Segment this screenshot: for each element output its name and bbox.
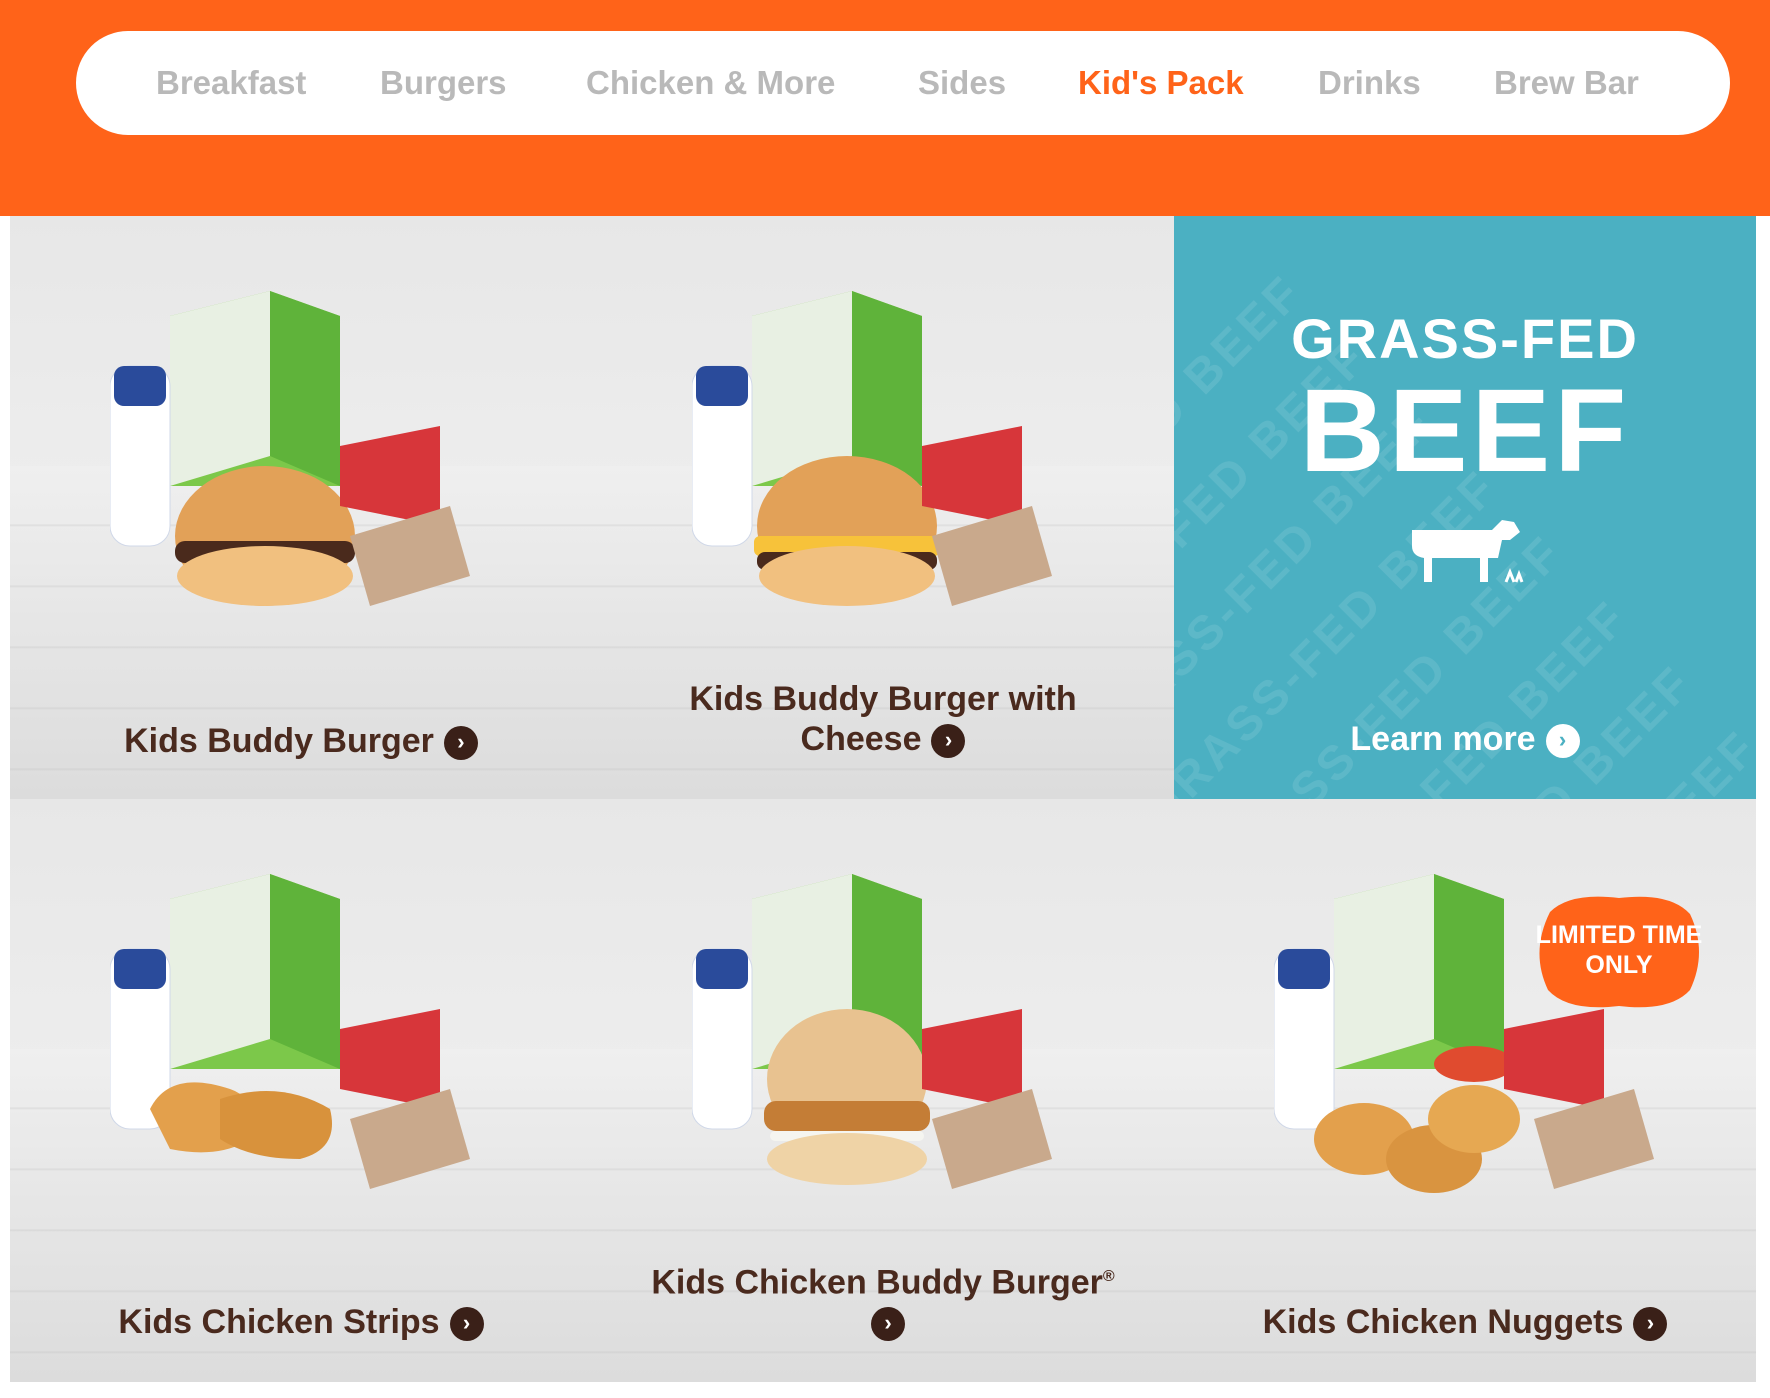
kids-pack-chicken-buddy-burger-image (692, 874, 1052, 1189)
limited-time-badge: LIMITED TIME ONLY (1535, 921, 1703, 979)
nav-item-drinks[interactable]: Drinks (1318, 31, 1421, 135)
registered-mark: ® (1102, 1267, 1115, 1285)
chevron-right-icon[interactable]: › (449, 1307, 484, 1342)
tile-label[interactable]: Kids Chicken Buddy Burger® › (592, 1257, 1174, 1342)
menu-tile-kids-buddy-burger[interactable]: Kids Buddy Burger › (10, 216, 592, 799)
tile-label-text: Kids Buddy Burger (124, 722, 434, 760)
kids-pack-chicken-strips-image (110, 874, 470, 1189)
nav-item-kids-pack[interactable]: Kid's Pack (1078, 31, 1244, 135)
kids-pack-buddy-burger-image (110, 291, 470, 606)
promo-subtitle: GRASS-FED (1291, 307, 1639, 370)
chevron-right-icon[interactable]: › (1633, 1307, 1668, 1342)
menu-tile-kids-chicken-buddy-burger[interactable]: Kids Chicken Buddy Burger® › (592, 799, 1174, 1382)
nav-item-burgers[interactable]: Burgers (380, 31, 507, 135)
tile-label-text: Kids Chicken Nuggets (1262, 1303, 1624, 1341)
promo-watermark: GRASS-FED BEEF GRASS-FED BEEF GRASS-FED … (1174, 265, 1756, 799)
tile-label-text: Kids Chicken Strips (118, 1303, 440, 1341)
chevron-right-icon[interactable]: › (443, 726, 478, 761)
tile-label[interactable]: Kids Chicken Strips › (10, 1302, 592, 1342)
learn-more-label: Learn more (1350, 720, 1536, 758)
chevron-right-icon[interactable]: › (871, 1307, 905, 1342)
promo-title: BEEF (1299, 365, 1631, 497)
tile-label-text: Kids Chicken Buddy Burger (651, 1263, 1103, 1301)
menu-tile-kids-chicken-strips[interactable]: Kids Chicken Strips › (10, 799, 592, 1382)
tile-label-text: Kids Buddy Burger with Cheese (689, 680, 1077, 758)
nav-item-brew-bar[interactable]: Brew Bar (1494, 31, 1639, 135)
learn-more-link[interactable]: Learn more › (1174, 719, 1756, 759)
nav-item-breakfast[interactable]: Breakfast (156, 31, 306, 135)
menu-category-nav: Breakfast Burgers Chicken & More Sides K… (76, 31, 1730, 135)
tile-label[interactable]: Kids Buddy Burger with Cheese › (592, 679, 1174, 759)
tile-label[interactable]: Kids Buddy Burger › (10, 721, 592, 761)
promo-grass-fed-beef[interactable]: GRASS-FED BEEF GRASS-FED BEEF GRASS-FED … (1174, 216, 1756, 799)
tile-label[interactable]: Kids Chicken Nuggets › (1174, 1302, 1756, 1342)
cow-icon (1412, 520, 1524, 583)
kids-pack-buddy-burger-cheese-image (692, 291, 1052, 606)
chevron-right-icon[interactable]: › (1545, 724, 1580, 759)
menu-tile-kids-buddy-burger-cheese[interactable]: Kids Buddy Burger with Cheese › (592, 216, 1174, 799)
nav-item-sides[interactable]: Sides (918, 31, 1006, 135)
chevron-right-icon[interactable]: › (931, 724, 966, 759)
menu-tile-kids-chicken-nuggets[interactable]: Kids Chicken Nuggets › (1174, 799, 1756, 1382)
nav-item-chicken-and-more[interactable]: Chicken & More (586, 31, 835, 135)
